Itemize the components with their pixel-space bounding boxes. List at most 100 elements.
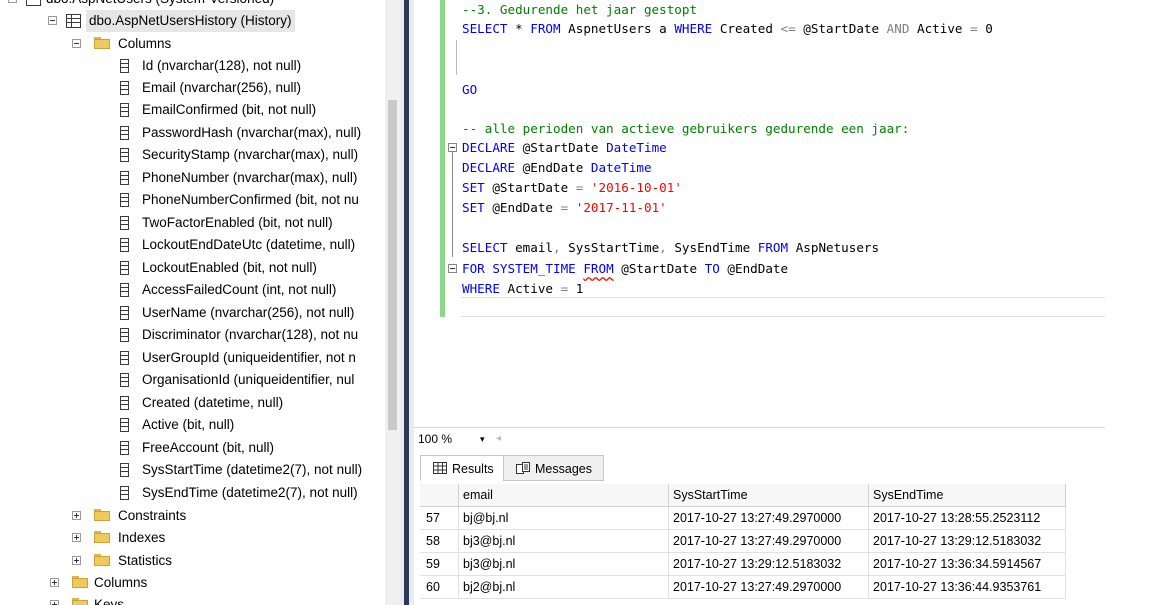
code-keyword: WHERE [462,281,500,296]
code-line: -- alle perioden van actieve gebruikers … [462,119,909,138]
code-line: SELECT email, SysStartTime, SysEndTime F… [462,238,879,257]
grid-corner[interactable] [420,484,459,507]
tree-node-label: Constraints [118,508,187,523]
cell-sysendtime[interactable]: 2017-10-27 13:36:44.9353761 [869,576,1066,599]
splitter-bar[interactable] [404,0,409,605]
folder-icon [94,554,110,566]
expand-icon[interactable] [72,533,81,542]
column-icon [120,441,129,455]
column-icon [120,283,129,297]
tab-messages[interactable]: Messages [503,455,604,481]
column-icon [120,216,129,230]
collapse-icon[interactable] [48,16,57,25]
code-text: SysStartTime [560,240,660,255]
code-text: @StartDate [515,140,607,155]
column-header-email[interactable]: email [459,484,669,507]
tab-results[interactable]: Results [420,455,504,481]
row-number[interactable]: 57 [420,507,459,530]
folder-icon [72,598,88,605]
results-grid[interactable]: email SysStartTime SysEndTime 57 bj@bj.n… [420,484,1105,605]
zoom-value: 100 % [418,432,453,446]
scrollbar-thumb[interactable] [388,100,397,430]
tab-label: Messages [535,462,592,476]
cell-sysstarttime[interactable]: 2017-10-27 13:29:12.5183032 [669,553,869,576]
tree-node-label: Indexes [118,530,166,545]
code-text: @EndDate [719,261,789,276]
cell-email[interactable]: bj2@bj.nl [459,576,669,599]
column-header-sysendtime[interactable]: SysEndTime [869,484,1066,507]
cell-email[interactable]: bj@bj.nl [459,507,669,530]
column-icon [120,328,129,342]
cell-sysendtime[interactable]: 2017-10-27 13:36:34.5914567 [869,553,1066,576]
code-text: email [507,240,553,255]
collapse-region-icon[interactable] [448,264,457,273]
code-keyword: SET [462,180,485,195]
column-header-sysstarttime[interactable]: SysStartTime [669,484,869,507]
row-number[interactable]: 60 [420,576,459,599]
code-line: SET @EndDate = '2017-11-01' [462,198,667,217]
code-text: * [507,21,531,36]
code-text: @StartDate [795,21,887,36]
column-label: OrganisationId (uniqueidentifier, nul [142,372,355,387]
code-operator: , [553,240,561,255]
column-label: Id (nvarchar(128), not null) [142,58,302,73]
column-icon [120,126,129,140]
expand-icon[interactable] [72,511,81,520]
cell-email[interactable]: bj3@bj.nl [459,530,669,553]
code-text: Active [499,281,561,296]
code-text: AspNetusers [788,240,880,255]
outline-guide [456,40,457,75]
column-label: Email (nvarchar(256), null) [142,80,302,95]
column-label: TwoFactorEnabled (bit, not null) [142,215,333,230]
tree-node-label: Keys [94,597,125,605]
column-icon [120,148,129,162]
code-operator: <= [780,21,796,36]
panel-splitter[interactable] [400,0,414,605]
cell-sysendtime[interactable]: 2017-10-27 13:28:55.2523112 [869,507,1066,530]
results-tab-strip: Results Messages [414,449,1105,484]
column-label: PhoneNumber (nvarchar(max), null) [142,170,358,185]
code-text: AspnetUsers a [560,21,675,36]
code-string: '2016-10-01' [583,180,682,195]
collapse-icon[interactable] [8,0,17,3]
code-line: DECLARE @StartDate DateTime [462,138,667,157]
code-keyword: DateTime [590,160,652,175]
row-number[interactable]: 59 [420,553,459,576]
cell-sysendtime[interactable]: 2017-10-27 13:29:12.5183032 [869,530,1066,553]
cell-sysstarttime[interactable]: 2017-10-27 13:27:49.2970000 [669,530,869,553]
column-label: SysEndTime (datetime2(7), not null) [142,485,358,500]
code-keyword: DECLARE [462,160,516,175]
row-number[interactable]: 58 [420,530,459,553]
explorer-scrollbar[interactable] [385,0,400,605]
collapse-region-icon[interactable] [448,143,457,152]
column-icon [120,59,129,73]
code-keyword: DateTime [606,140,667,155]
code-comment: -- alle perioden van actieve gebruikers … [462,121,910,136]
scroll-left-icon[interactable]: ◂ [496,433,501,444]
cell-sysstarttime[interactable]: 2017-10-27 13:27:49.2970000 [669,576,869,599]
code-keyword: GO [462,82,478,97]
column-icon [120,418,129,432]
column-icon [120,81,129,95]
expand-icon[interactable] [50,600,59,605]
column-icon [120,306,129,320]
collapse-icon[interactable] [72,39,81,48]
code-comment: --3. Gedurende het jaar gestopt [462,2,698,17]
column-label: LockoutEndDateUtc (datetime, null) [142,237,356,252]
tree-node-label: Statistics [118,553,173,568]
tree-node-label: Columns [118,36,172,51]
column-icon [120,171,129,185]
cell-email[interactable]: bj3@bj.nl [459,553,669,576]
expand-icon[interactable] [72,556,81,565]
folder-icon [72,576,88,588]
column-label: EmailConfirmed (bit, not null) [142,102,317,117]
current-line-highlight[interactable] [461,297,1105,317]
folder-icon [94,509,110,521]
code-line: FOR SYSTEM_TIME FROM @StartDate TO @EndD… [462,259,788,278]
expand-icon[interactable] [50,578,59,587]
zoom-dropdown[interactable]: 100 % ▾ [416,431,488,447]
grid-icon [433,462,447,474]
cell-sysstarttime[interactable]: 2017-10-27 13:27:49.2970000 [669,507,869,530]
chevron-down-icon[interactable]: ▾ [480,431,485,447]
query-editor[interactable]: --3. Gedurende het jaar gestopt SELECT *… [414,0,1152,427]
